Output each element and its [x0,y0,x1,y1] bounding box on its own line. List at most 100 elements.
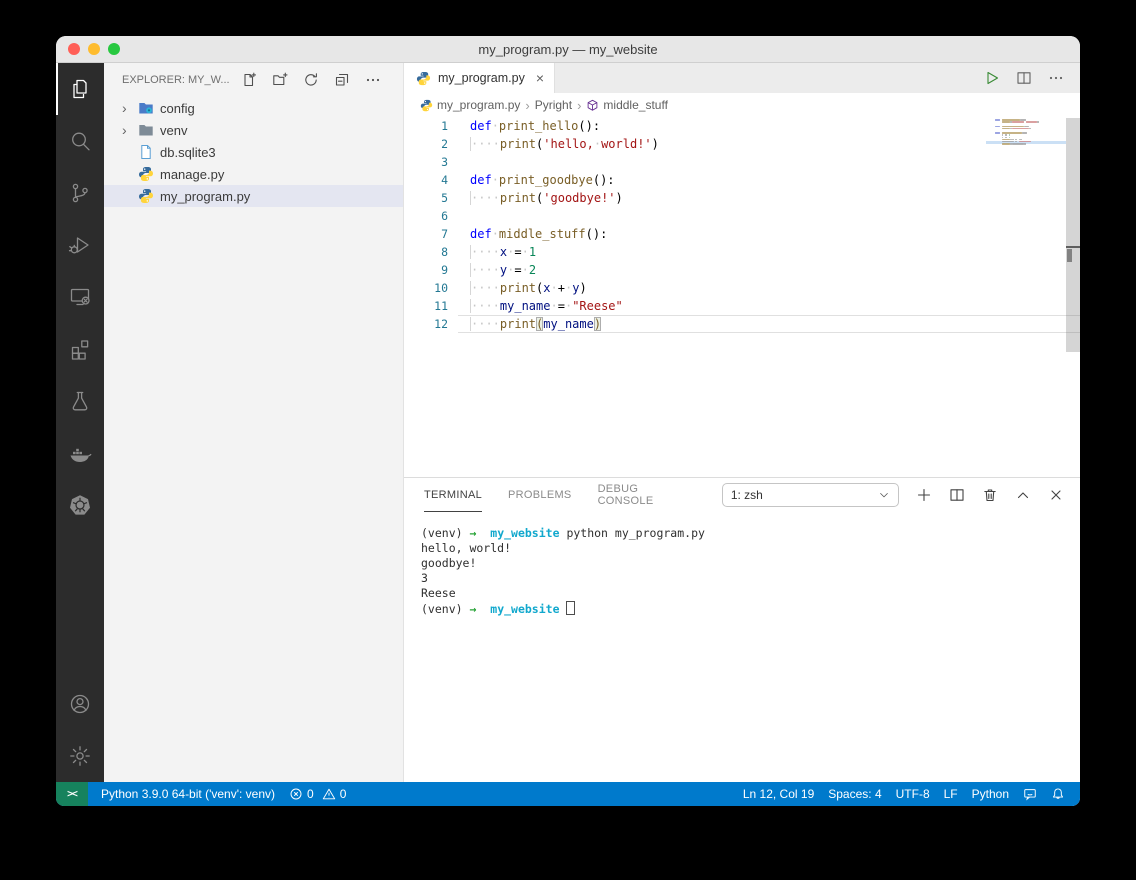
activity-item-accounts[interactable] [56,678,104,730]
breadcrumb-item-2[interactable]: Pyright [535,98,572,112]
tree-item-manage-py[interactable]: manage.py [104,163,403,185]
terminal-output[interactable]: (venv) → my_website python my_program.py… [404,512,1080,782]
activity-item-settings[interactable] [56,730,104,782]
new-file-button[interactable] [241,72,257,88]
close-panel-button[interactable] [1048,487,1064,503]
code-line-11[interactable]: 11····my_name·=·"Reese" [404,297,1080,315]
collapse-folders-button[interactable] [334,72,350,88]
file-icon [138,144,154,160]
scrollbar-thumb[interactable] [1066,118,1080,352]
code-line-10[interactable]: 10····print(x·+·y) [404,279,1080,297]
line-content: ····print('hello,·world!') [458,135,1080,153]
cursor-position-status[interactable]: Ln 12, Col 19 [736,782,821,806]
line-content: ····x·=·1 [458,243,1080,261]
problems-status[interactable]: 0 0 [282,782,353,806]
code-line-5[interactable]: 5····print('goodbye!') [404,189,1080,207]
activity-bar [56,63,104,782]
line-content: ····print(x·+·y) [458,279,1080,297]
more-button[interactable] [1048,70,1064,86]
new-folder-button[interactable] [272,72,288,88]
breadcrumb: my_program.py›Pyright›middle_stuff [404,93,1080,117]
new-terminal-button[interactable] [916,487,932,503]
terminal-line-1: (venv) → my_website python my_program.py [421,526,1080,541]
code-line-7[interactable]: 7def·middle_stuff(): [404,225,1080,243]
panel-tab-debug-console[interactable]: DEBUG CONSOLE [598,478,696,512]
terminal-line-5: Reese [421,586,1080,601]
testing-icon [68,389,92,413]
explorer-header: EXPLORER: MY_W... [104,63,403,97]
split-terminal-button[interactable] [949,487,965,503]
maximize-panel-button[interactable] [1015,487,1031,503]
code-line-4[interactable]: 4def·print_goodbye(): [404,171,1080,189]
terminal-select[interactable]: 1: zsh [722,483,899,507]
language-mode-status[interactable]: Python [965,782,1016,806]
breadcrumb-separator: › [525,98,529,113]
code-line-12[interactable]: 12····print(my_name) [404,315,1080,333]
activity-item-source-control[interactable] [56,167,104,219]
activity-item-remote-explorer[interactable] [56,271,104,323]
maximize-panel-icon [1015,487,1031,503]
search-icon [68,129,92,153]
more-button[interactable] [365,72,381,88]
remote-indicator[interactable]: >< [56,782,88,806]
code-lines: 1def·print_hello():2····print('hello,·wo… [404,117,1080,333]
more-icon [1048,70,1064,86]
tree-item-config[interactable]: ›config [104,97,403,119]
line-number: 6 [404,207,448,225]
refresh-button[interactable] [303,72,319,88]
split-editor-button[interactable] [1016,70,1032,86]
activity-item-extensions[interactable] [56,323,104,375]
explorer-sidebar: EXPLORER: MY_W... ›config›venvdb.sqlite3… [104,63,404,782]
kill-terminal-button[interactable] [982,487,998,503]
tree-item-venv[interactable]: › venv [104,119,403,141]
activity-item-run-debug[interactable] [56,219,104,271]
code-line-6[interactable]: 6 [404,207,1080,225]
breadcrumb-item-1[interactable]: my_program.py [420,98,520,112]
panel-tab-problems[interactable]: PROBLEMS [508,478,572,512]
editor-scrollbar[interactable] [1066,117,1080,477]
tree-item-label: venv [160,123,187,138]
line-number: 7 [404,225,448,243]
encoding-status[interactable]: UTF-8 [889,782,937,806]
indentation-status[interactable]: Spaces: 4 [821,782,888,806]
code-line-9[interactable]: 9····y·=·2 [404,261,1080,279]
activity-item-explorer[interactable] [56,63,104,115]
tab-bar: my_program.py × [404,63,1080,93]
tab-my-program[interactable]: my_program.py × [404,63,555,93]
code-line-3[interactable]: 3 [404,153,1080,171]
activity-item-search[interactable] [56,115,104,167]
breadcrumb-item-3[interactable]: middle_stuff [586,98,667,112]
code-line-2[interactable]: 2····print('hello,·world!') [404,135,1080,153]
bottom-panel: TERMINAL PROBLEMS DEBUG CONSOLE 1: zsh (ve… [404,477,1080,782]
tree-item-db-sqlite3[interactable]: db.sqlite3 [104,141,403,163]
code-editor[interactable]: 1def·print_hello():2····print('hello,·wo… [404,117,1080,477]
line-number: 1 [404,117,448,135]
tree-item-my_program-py[interactable]: my_program.py [104,185,403,207]
activity-item-kubernetes[interactable] [56,479,104,531]
explorer-title: EXPLORER: MY_W... [122,74,241,86]
tab-close-icon[interactable]: × [536,70,544,86]
run-button[interactable] [984,70,1000,86]
code-line-8[interactable]: 8 ····x·=·1 [404,243,1080,261]
eol-status[interactable]: LF [937,782,965,806]
chevron-right-icon: › [122,123,138,137]
extensions-icon [68,337,92,361]
feedback-icon[interactable] [1016,782,1044,806]
activity-bar-spacer [56,531,104,678]
warning-count: 0 [340,787,347,801]
error-count: 0 [307,787,314,801]
notifications-bell-icon[interactable] [1044,782,1072,806]
line-number: 4 [404,171,448,189]
code-line-1[interactable]: 1def·print_hello(): [404,117,1080,135]
title-bar[interactable]: my_program.py — my_website [56,36,1080,63]
chevron-right-icon: › [122,101,138,115]
panel-tab-terminal[interactable]: TERMINAL [424,478,482,512]
minimap[interactable] [990,119,1066,145]
error-icon [289,787,303,801]
chevron-down-icon [878,489,890,501]
activity-item-docker[interactable] [56,427,104,479]
activity-item-testing[interactable] [56,375,104,427]
split-terminal-icon [949,487,965,503]
python-interpreter-status[interactable]: Python 3.9.0 64-bit ('venv': venv) [94,782,282,806]
line-number: 8 [404,243,448,261]
